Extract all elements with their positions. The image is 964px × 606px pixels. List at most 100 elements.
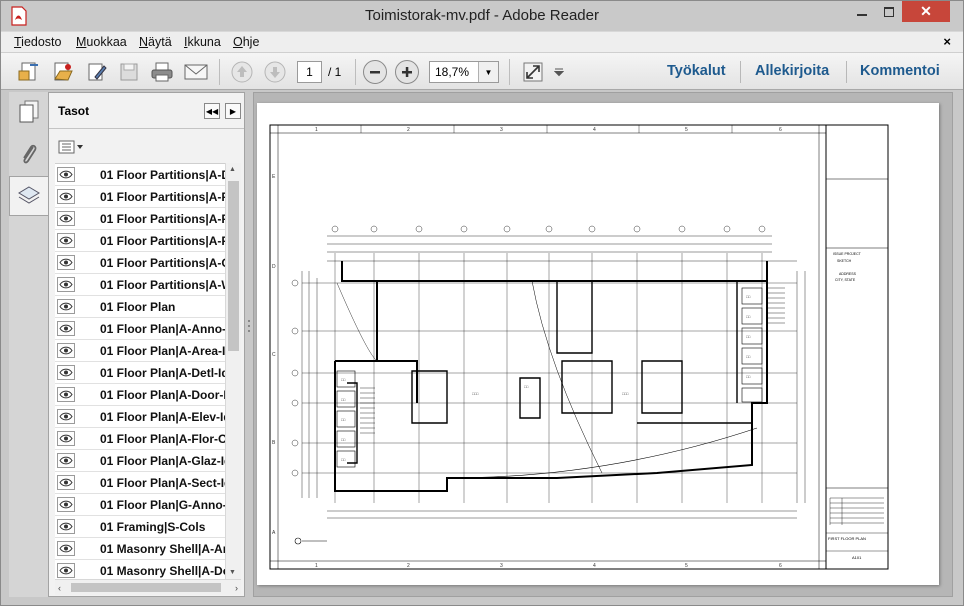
layer-row[interactable]: 01 Floor Plan|A-Sect-Id: [55, 472, 225, 494]
menu-bar: Tiedosto Muokkaa Näytä Ikkuna Ohje ×: [1, 31, 963, 52]
layer-row[interactable]: 01 Masonry Shell|A-An: [55, 538, 225, 560]
menu-file[interactable]: Tiedosto: [14, 35, 61, 49]
layer-label: 01 Floor Plan: [100, 300, 176, 314]
eye-icon[interactable]: [57, 299, 75, 314]
svg-text:□□: □□: [341, 458, 346, 462]
panel-splitter[interactable]: [245, 92, 253, 597]
open-icon[interactable]: [50, 59, 76, 85]
tools-link[interactable]: Työkalut: [667, 63, 726, 79]
eye-icon[interactable]: [57, 387, 75, 402]
eye-icon[interactable]: [57, 167, 75, 182]
toolbar-separator: [740, 61, 741, 83]
menu-edit[interactable]: Muokkaa: [76, 35, 127, 49]
previous-page-icon[interactable]: [229, 59, 255, 85]
layer-row[interactable]: 01 Floor Partitions|A-F: [55, 230, 225, 252]
eye-icon[interactable]: [57, 497, 75, 512]
menu-help[interactable]: Ohje: [233, 35, 259, 49]
eye-icon[interactable]: [57, 189, 75, 204]
menu-window[interactable]: Ikkuna: [184, 35, 221, 49]
toolbar-separator: [846, 61, 847, 83]
maximize-button[interactable]: [875, 1, 902, 22]
layer-row[interactable]: 01 Floor Partitions|A-G: [55, 252, 225, 274]
collapse-panel-icon[interactable]: ◀◀: [204, 103, 220, 119]
scroll-up-icon[interactable]: ▲: [229, 166, 236, 173]
eye-icon[interactable]: [57, 277, 75, 292]
layer-row[interactable]: 01 Floor Plan|G-Anno-: [55, 494, 225, 516]
layer-row[interactable]: 01 Floor Plan|A-Area-I: [55, 340, 225, 362]
layer-list-hscrollbar[interactable]: ‹ ›: [55, 579, 241, 595]
zoom-level-field[interactable]: 18,7% ▼: [429, 61, 499, 83]
layers-icon[interactable]: [9, 176, 48, 216]
eye-icon[interactable]: [57, 519, 75, 534]
layer-row[interactable]: 01 Floor Plan|A-Flor-O: [55, 428, 225, 450]
layer-row[interactable]: 01 Floor Partitions|A-D: [55, 164, 225, 186]
email-icon[interactable]: [183, 59, 209, 85]
next-page-icon[interactable]: [262, 59, 288, 85]
eye-icon[interactable]: [57, 211, 75, 226]
print-icon[interactable]: [149, 59, 175, 85]
attachments-icon[interactable]: [9, 134, 48, 174]
save-icon[interactable]: [116, 59, 142, 85]
layer-row[interactable]: 01 Floor Plan: [55, 296, 225, 318]
scroll-down-icon[interactable]: ▼: [229, 569, 236, 576]
chevron-down-icon[interactable]: ▼: [478, 62, 498, 82]
layer-label: 01 Floor Partitions|A-F: [100, 190, 225, 204]
eye-icon[interactable]: [57, 475, 75, 490]
svg-text:□□: □□: [746, 335, 751, 339]
minimize-button[interactable]: [848, 1, 875, 22]
window-title: Toimistorak-mv.pdf - Adobe Reader: [365, 7, 599, 24]
page-number-input[interactable]: 1: [297, 61, 322, 83]
comment-link[interactable]: Kommentoi: [860, 63, 940, 79]
scroll-right-icon[interactable]: ›: [235, 583, 238, 593]
eye-icon[interactable]: [57, 563, 75, 578]
layer-row[interactable]: 01 Masonry Shell|A-Do: [55, 560, 225, 579]
edit-pen-icon[interactable]: [84, 59, 110, 85]
document-close-button[interactable]: ×: [943, 34, 951, 49]
zoom-out-icon[interactable]: [363, 60, 387, 84]
layer-row[interactable]: 01 Floor Plan|A-Elev-Id: [55, 406, 225, 428]
menu-view[interactable]: Näytä: [139, 35, 172, 49]
layer-row[interactable]: 01 Floor Plan|A-Anno-: [55, 318, 225, 340]
svg-text:CITY, STATE: CITY, STATE: [835, 278, 856, 282]
layer-row[interactable]: 01 Floor Partitions|A-F: [55, 186, 225, 208]
svg-text:□□: □□: [746, 295, 751, 299]
eye-icon[interactable]: [57, 409, 75, 424]
eye-icon[interactable]: [57, 541, 75, 556]
zoom-in-icon[interactable]: [395, 60, 419, 84]
svg-text:□□: □□: [746, 355, 751, 359]
eye-icon[interactable]: [57, 431, 75, 446]
grid-label: D: [272, 264, 276, 270]
scrollbar-thumb[interactable]: [228, 181, 239, 351]
panel-header: Tasot ◀◀ ▶: [49, 93, 244, 129]
expand-panel-icon[interactable]: ▶: [225, 103, 241, 119]
layer-label: 01 Floor Plan|A-Anno-: [100, 322, 225, 336]
grid-label: 4: [593, 127, 596, 133]
more-tools-chevron-icon[interactable]: [551, 59, 567, 85]
eye-icon[interactable]: [57, 453, 75, 468]
create-pdf-icon[interactable]: [16, 59, 42, 85]
layer-row[interactable]: 01 Framing|S-Cols: [55, 516, 225, 538]
eye-icon[interactable]: [57, 233, 75, 248]
layer-row[interactable]: 01 Floor Plan|A-Door-I: [55, 384, 225, 406]
eye-icon[interactable]: [57, 365, 75, 380]
layer-row[interactable]: 01 Floor Partitions|A-F: [55, 208, 225, 230]
toolbar: 1 / 1 18,7% ▼ Työkalut Allekirjoita Komm…: [1, 52, 963, 90]
panel-title: Tasot: [58, 104, 90, 118]
layer-list-scrollbar[interactable]: ▲ ▼: [225, 163, 241, 579]
close-button[interactable]: ✕: [902, 1, 950, 22]
grid-label: 5: [685, 127, 688, 133]
scroll-left-icon[interactable]: ‹: [58, 583, 61, 593]
layer-row[interactable]: 01 Floor Plan|A-Glaz-Id: [55, 450, 225, 472]
eye-icon[interactable]: [57, 343, 75, 358]
grid-label: 1: [315, 127, 318, 133]
sign-link[interactable]: Allekirjoita: [755, 63, 829, 79]
eye-icon[interactable]: [57, 321, 75, 336]
layer-label: 01 Floor Plan|G-Anno-: [100, 498, 225, 512]
layer-row[interactable]: 01 Floor Partitions|A-W: [55, 274, 225, 296]
eye-icon[interactable]: [57, 255, 75, 270]
fit-page-icon[interactable]: [520, 59, 546, 85]
hscrollbar-thumb[interactable]: [71, 583, 221, 592]
page-thumbnails-icon[interactable]: [9, 92, 48, 132]
layer-options-icon[interactable]: [58, 140, 84, 154]
layer-row[interactable]: 01 Floor Plan|A-Detl-Id: [55, 362, 225, 384]
